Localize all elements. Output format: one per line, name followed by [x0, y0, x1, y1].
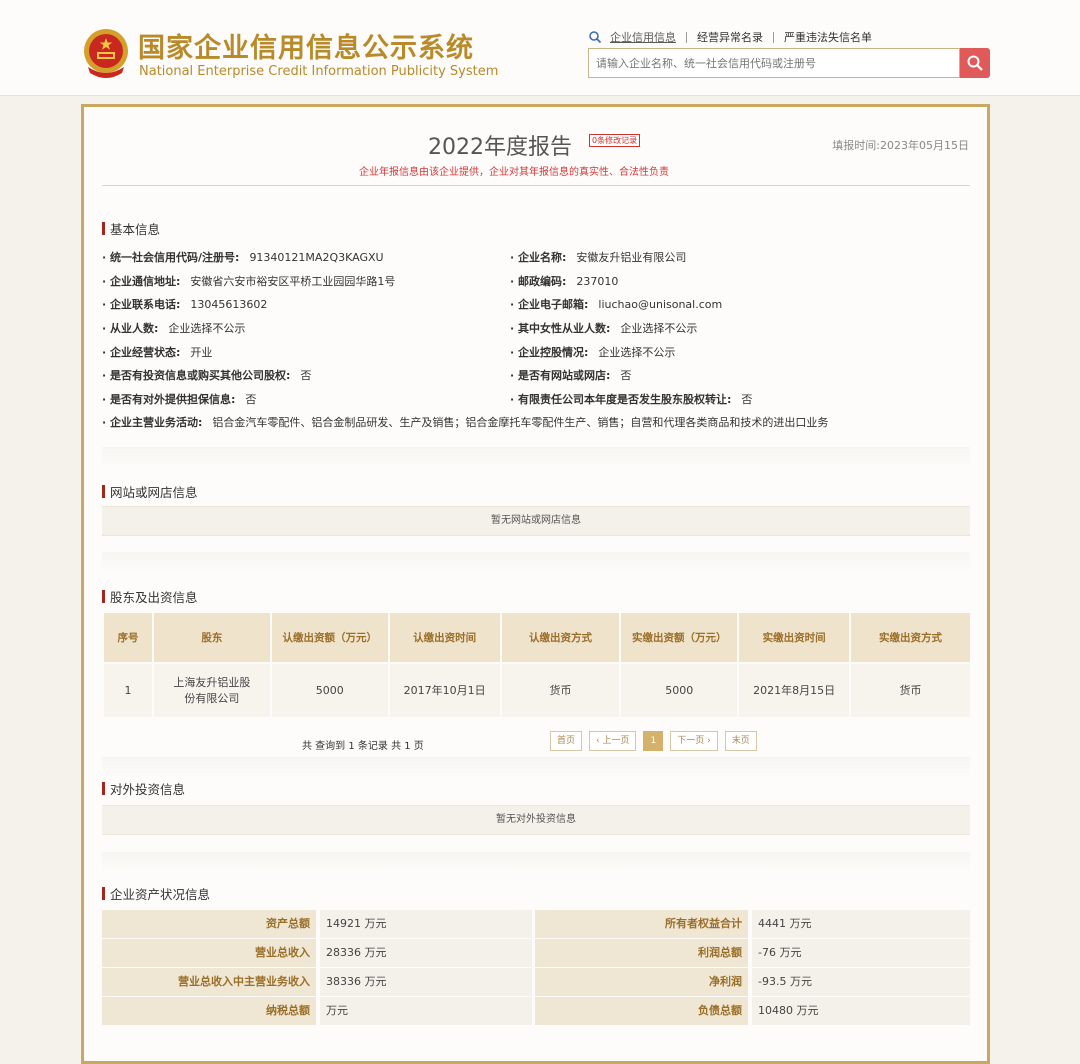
table-cell: 货币: [499, 662, 621, 717]
table-cell: 2021年8月15日: [737, 662, 851, 717]
field-phone: · 企业联系电话: 13045613602: [102, 298, 268, 311]
section-gap: [102, 447, 970, 467]
search-box: [588, 48, 960, 78]
table-row: 1 上海友升铝业股份有限公司 5000 2017年10月1日 货币 5000 2…: [102, 662, 970, 717]
section-gap: [102, 852, 970, 872]
site-header: 国家企业信用信息公示系统 National Enterprise Credit …: [0, 0, 1080, 96]
section-title-text: 网站或网店信息: [110, 485, 198, 500]
section-marker: [102, 485, 105, 498]
nav-link-abnormal-list[interactable]: 经营异常名录: [687, 29, 773, 45]
search-button[interactable]: [960, 48, 990, 78]
pagination: 首页 ‹ 上一页 1 下一页 › 末页: [550, 731, 757, 751]
col-header: 股东: [151, 613, 271, 663]
asset-label: 所有者权益合计: [535, 910, 748, 938]
col-header: 认缴出资时间: [387, 613, 501, 663]
search-icon: [589, 31, 602, 44]
asset-label: 营业总收入中主营业务收入: [102, 968, 316, 996]
field-has-website: · 是否有网站或网店: 否: [510, 369, 632, 382]
last-page-button[interactable]: 末页: [724, 731, 757, 751]
website-empty-message: 暂无网站或网店信息: [102, 506, 970, 536]
section-gap: [102, 552, 970, 572]
section-title-investment: 对外投资信息: [102, 779, 185, 798]
asset-value: 14921 万元: [320, 910, 532, 938]
section-title-shareholders: 股东及出资信息: [102, 587, 198, 606]
asset-label: 净利润: [535, 968, 748, 996]
asset-label: 利润总额: [535, 939, 748, 967]
field-holding: · 企业控股情况: 企业选择不公示: [510, 346, 676, 359]
table-cell: 5000: [269, 662, 389, 717]
asset-value: -93.5 万元: [752, 968, 970, 996]
table-header-row: 序号 股东 认缴出资额（万元） 认缴出资时间 认缴出资方式 实缴出资额（万元） …: [102, 613, 970, 663]
section-title-text: 基本信息: [110, 222, 161, 237]
table-cell: 2017年10月1日: [387, 662, 501, 717]
report-title: 2022年度报告: [428, 135, 572, 160]
field-company-name: · 企业名称: 安徽友升铝业有限公司: [510, 251, 687, 264]
section-title-text: 股东及出资信息: [110, 590, 198, 605]
page-1-button[interactable]: 1: [643, 731, 664, 751]
field-credit-code: · 统一社会信用代码/注册号: 91340121MA2Q3KAGXU: [102, 251, 384, 264]
field-has-guarantee: · 是否有对外提供担保信息: 否: [102, 393, 257, 406]
section-marker: [102, 887, 105, 900]
field-female-employees: · 其中女性从业人数: 企业选择不公示: [510, 322, 698, 335]
search-icon: [967, 55, 983, 71]
search-input[interactable]: [589, 49, 959, 77]
annual-report-panel: 2022年度报告 0条修改记录 填报时间:2023年05月15日 企业年报信息由…: [81, 104, 990, 1064]
section-title-text: 对外投资信息: [110, 782, 186, 797]
disclaimer: 企业年报信息由该企业提供，企业对其年报信息的真实性、合法性负责: [359, 167, 669, 178]
section-marker: [102, 782, 105, 795]
shareholder-table: 序号 股东 认缴出资额（万元） 认缴出资时间 认缴出资方式 实缴出资额（万元） …: [102, 613, 970, 717]
modification-record-link[interactable]: 0条修改记录: [589, 134, 641, 147]
asset-value: -76 万元: [752, 939, 970, 967]
asset-value: 4441 万元: [752, 910, 970, 938]
table-cell: 上海友升铝业股份有限公司: [151, 662, 271, 717]
nav-link-credit-info[interactable]: 企业信用信息: [608, 29, 686, 45]
top-nav: 企业信用信息 经营异常名录 严重违法失信名单: [588, 29, 882, 45]
table-cell: 货币: [849, 662, 970, 717]
divider: [102, 185, 970, 186]
table-cell: 1: [102, 662, 153, 717]
next-page-button[interactable]: 下一页 ›: [670, 731, 718, 751]
prev-page-button[interactable]: ‹ 上一页: [589, 731, 637, 751]
asset-label: 资产总额: [102, 910, 316, 938]
col-header: 实缴出资方式: [849, 613, 970, 663]
field-main-business: · 企业主营业务活动: 铝合金汽车零配件、铝合金制品研发、生产及销售；铝合金摩托车…: [102, 416, 829, 429]
asset-label: 负债总额: [535, 997, 748, 1025]
first-page-button[interactable]: 首页: [550, 731, 583, 751]
asset-value: 28336 万元: [320, 939, 532, 967]
section-title-assets: 企业资产状况信息: [102, 884, 210, 903]
field-address: · 企业通信地址: 安徽省六安市裕安区平桥工业园园华路1号: [102, 275, 396, 288]
field-status: · 企业经营状态: 开业: [102, 346, 213, 359]
national-emblem-icon: [84, 29, 128, 78]
col-header: 实缴出资时间: [737, 613, 851, 663]
table-cell: 5000: [619, 662, 739, 717]
site-title-en: National Enterprise Credit Information P…: [139, 64, 499, 79]
asset-value: 38336 万元: [320, 968, 532, 996]
col-header: 认缴出资额（万元）: [269, 613, 389, 663]
field-employees: · 从业人数: 企业选择不公示: [102, 322, 246, 335]
asset-label: 营业总收入: [102, 939, 316, 967]
col-header: 序号: [102, 613, 153, 663]
asset-value: 10480 万元: [752, 997, 970, 1025]
section-marker: [102, 222, 105, 235]
col-header: 认缴出资方式: [499, 613, 621, 663]
nav-link-dishonest-list[interactable]: 严重违法失信名单: [774, 29, 882, 45]
section-title-basic: 基本信息: [102, 219, 160, 238]
col-header: 实缴出资额（万元）: [619, 613, 739, 663]
field-postal-code: · 邮政编码: 237010: [510, 275, 619, 288]
section-title-website: 网站或网店信息: [102, 482, 198, 501]
field-has-investment: · 是否有投资信息或购买其他公司股权: 否: [102, 369, 312, 382]
site-title-cn: 国家企业信用信息公示系统: [138, 33, 474, 64]
section-gap: [102, 757, 970, 777]
pagination-info: 共 查询到 1 条记录 共 1 页: [302, 741, 424, 752]
field-email: · 企业电子邮箱: liuchao@unisonal.com: [510, 298, 723, 311]
investment-empty-message: 暂无对外投资信息: [102, 805, 970, 835]
asset-value: 万元: [320, 997, 532, 1025]
field-equity-transfer: · 有限责任公司本年度是否发生股东股权转让: 否: [510, 393, 753, 406]
asset-label: 纳税总额: [102, 997, 316, 1025]
section-title-text: 企业资产状况信息: [110, 887, 211, 902]
fill-time: 填报时间:2023年05月15日: [832, 139, 969, 152]
section-marker: [102, 590, 105, 603]
